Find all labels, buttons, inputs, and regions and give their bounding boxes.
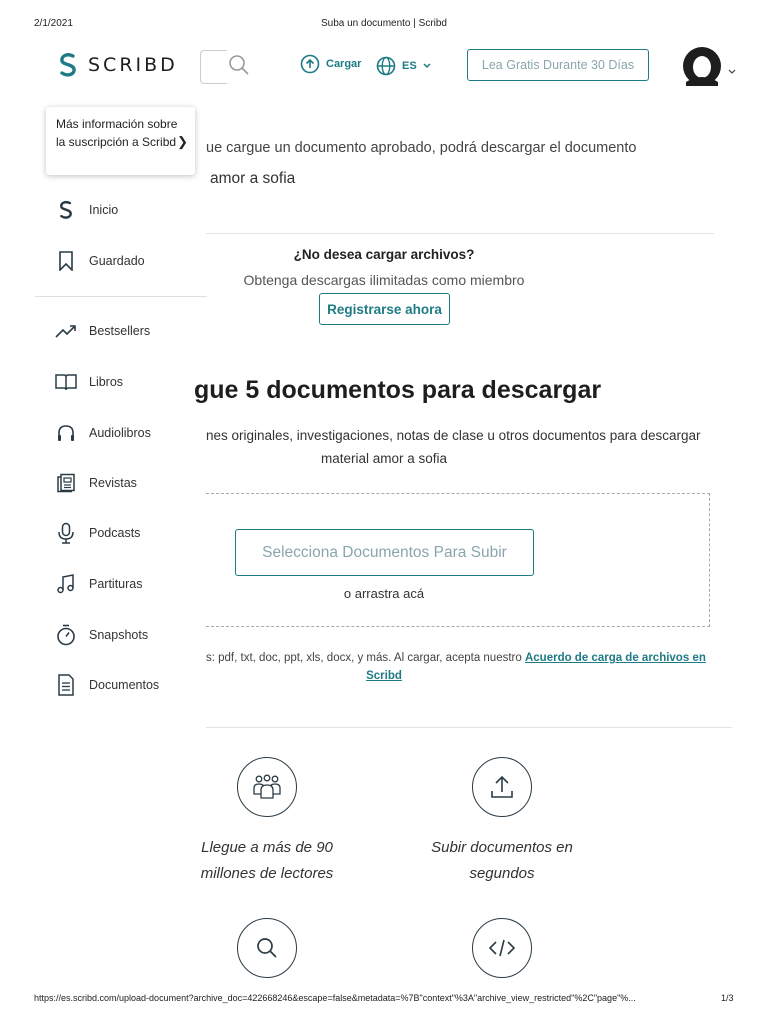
sidebar-item-label: Libros [89, 375, 124, 389]
sidebar-item-partituras[interactable]: Partituras [55, 573, 143, 595]
sidebar-item-revistas[interactable]: Revistas [55, 472, 137, 494]
search-icon[interactable] [228, 54, 250, 81]
section-divider [206, 233, 714, 234]
sidebar-item-libros[interactable]: Libros [55, 371, 123, 393]
sidebar-item-label: Guardado [89, 254, 145, 268]
upload-label: Cargar [326, 58, 362, 70]
headphones-icon [55, 422, 77, 444]
scribd-logo-icon [60, 53, 76, 77]
avatar[interactable] [682, 46, 722, 86]
section-divider [206, 727, 732, 728]
code-embed-icon [472, 918, 532, 978]
feature-upload-line1: Subir documentos en [431, 839, 573, 856]
no-upload-subtitle: Obtenga descargas ilimitadas como miembr… [243, 272, 525, 288]
print-url: https://es.scribd.com/upload-document?ar… [34, 993, 636, 1003]
globe-icon [376, 56, 396, 76]
sidebar-item-label: Inicio [89, 203, 119, 217]
language-selector[interactable]: ES [376, 56, 431, 76]
logo-wordmark: SCRIBD [88, 54, 178, 76]
upload-heading: gue 5 documentos para descargar [194, 376, 602, 404]
sidebar-item-label: Snapshots [89, 628, 149, 642]
upload-arrow-icon [472, 757, 532, 817]
formats-note: s: pdf, txt, doc, ppt, xls, docx, y más.… [206, 652, 706, 664]
signup-button[interactable]: Registrarse ahora [319, 293, 450, 325]
sidebar-item-bestsellers[interactable]: Bestsellers [55, 320, 150, 342]
stopwatch-icon [55, 624, 77, 646]
readers-icon [237, 757, 297, 817]
chevron-right-icon: ❯ [177, 134, 188, 149]
feature-upload-line2: segundos [469, 865, 535, 882]
free-trial-button[interactable]: Lea Gratis Durante 30 Días [467, 49, 649, 81]
document-icon [55, 674, 77, 696]
sidebar-item-label: Podcasts [89, 526, 141, 540]
feature-readers: Llegue a más de 90 millones de lectores [186, 835, 348, 887]
trending-up-icon [55, 320, 77, 342]
subscription-promo[interactable]: Más información sobre la suscripción a S… [46, 107, 195, 175]
sidebar-item-label: Bestsellers [89, 324, 151, 338]
book-icon [55, 371, 77, 393]
chevron-down-icon[interactable] [728, 62, 736, 80]
formats-text: s: pdf, txt, doc, ppt, xls, docx, y más.… [206, 652, 525, 664]
drag-hint: o arrastra acá [343, 586, 425, 601]
upload-button[interactable]: Cargar [300, 54, 361, 74]
upload-description-line2: material amor a sofia [320, 451, 448, 466]
feature-readers-line1: Llegue a más de 90 [201, 839, 333, 856]
upload-description: nes originales, investigaciones, notas d… [206, 428, 701, 443]
formats-note-line2: Scribd [206, 670, 562, 682]
feature-readers-line2: millones de lectores [200, 865, 334, 882]
sidebar-item-snapshots[interactable]: Snapshots [55, 624, 148, 646]
upload-circle-icon [300, 54, 320, 74]
chevron-down-icon [423, 63, 431, 69]
sidebar-item-documentos[interactable]: Documentos [55, 674, 159, 696]
sidebar-item-label: Revistas [89, 476, 137, 490]
magazine-icon [55, 472, 77, 494]
download-note: ue cargue un documento aprobado, podrá d… [206, 140, 637, 156]
no-upload-question: ¿No desea cargar archivos? [293, 247, 475, 262]
print-page-number: 1/3 [721, 993, 734, 1003]
scribd-logo[interactable]: SCRIBD [58, 52, 178, 78]
document-title: amor a sofia [210, 170, 296, 187]
feature-upload-speed: Subir documentos en segundos [412, 835, 592, 887]
sidebar-item-label: Audiolibros [89, 426, 151, 440]
sidebar-item-podcasts[interactable]: Podcasts [55, 522, 140, 544]
search-icon [237, 918, 297, 978]
sidebar-item-audiolibros[interactable]: Audiolibros [55, 422, 151, 444]
upload-agreement-link-scribd[interactable]: Scribd [366, 670, 402, 682]
scribd-s-icon [55, 199, 77, 221]
microphone-icon [55, 522, 77, 544]
select-documents-button[interactable]: Selecciona Documentos Para Subir [235, 529, 534, 576]
sidebar-item-label: Partituras [89, 577, 143, 591]
upload-agreement-link[interactable]: Acuerdo de carga de archivos en [525, 652, 706, 664]
user-avatar-icon [683, 47, 721, 86]
search-input[interactable] [200, 50, 227, 84]
bookmark-icon [55, 250, 77, 272]
sidebar-item-label: Documentos [89, 678, 160, 692]
sidebar-divider [35, 296, 207, 297]
language-label: ES [402, 60, 417, 72]
sidebar-item-guardado[interactable]: Guardado [55, 250, 145, 272]
print-title: Suba un documento | Scribd [320, 18, 447, 29]
promo-text: Más información sobre la suscripción a S… [56, 117, 178, 149]
sidebar-item-inicio[interactable]: Inicio [55, 199, 118, 221]
music-note-icon [55, 573, 77, 595]
